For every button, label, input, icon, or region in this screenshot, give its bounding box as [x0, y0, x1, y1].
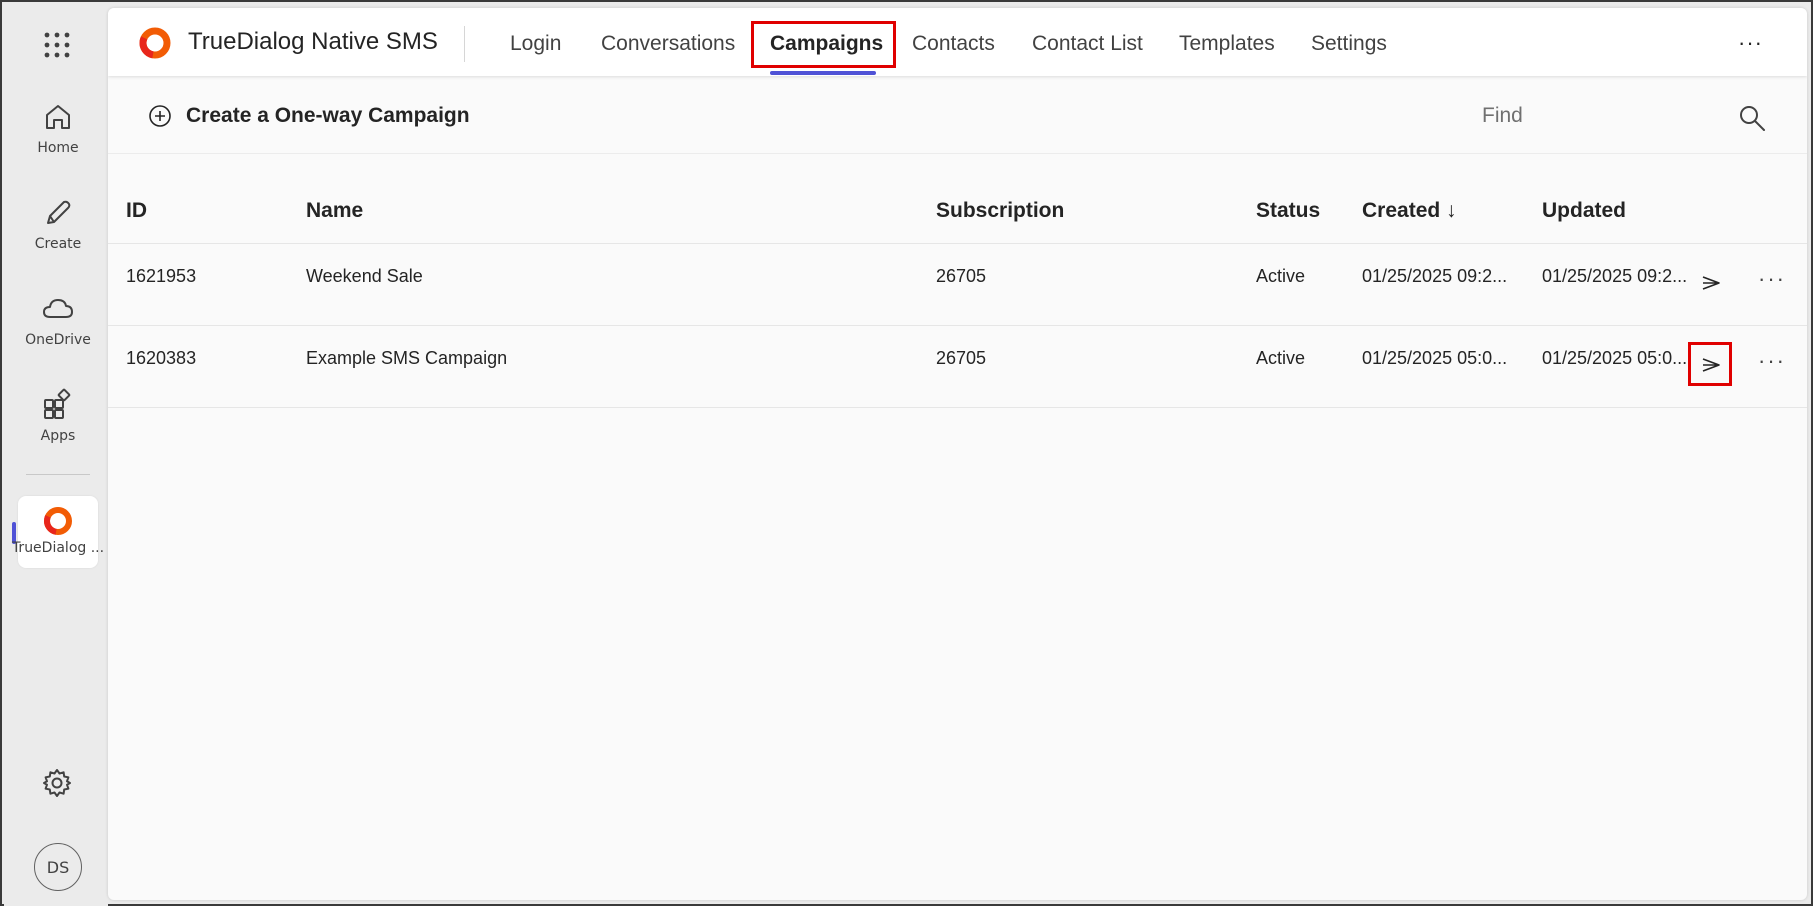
home-icon: [46, 105, 70, 129]
find-input[interactable]: [1408, 96, 1708, 136]
tab-templates[interactable]: Templates: [1179, 32, 1275, 56]
create-campaign-label: Create a One-way Campaign: [186, 104, 470, 127]
column-header-subscription[interactable]: Subscription: [936, 199, 1064, 223]
send-button[interactable]: [1694, 348, 1728, 382]
add-circle-icon: [149, 105, 171, 127]
apps-icon: [44, 388, 71, 419]
app-header: TrueDialog Native SMS Login Conversation…: [108, 8, 1807, 76]
cell-subscription: 26705: [936, 266, 987, 286]
truedialog-logo-icon: [44, 507, 72, 535]
rail-item-label: Home: [37, 140, 79, 156]
command-bar: Create a One-way Campaign: [108, 80, 1807, 154]
search-icon[interactable]: [1738, 104, 1766, 132]
settings-gear-icon[interactable]: [40, 766, 74, 800]
send-button[interactable]: [1694, 266, 1728, 300]
truedialog-logo-icon: [139, 27, 171, 59]
window-frame: Home Create OneDrive Apps TrueDialog ...…: [0, 0, 1813, 906]
tab-campaigns[interactable]: Campaigns: [770, 32, 883, 56]
tab-settings[interactable]: Settings: [1311, 32, 1387, 56]
cell-id: 1621953: [126, 266, 197, 286]
rail-item-truedialog[interactable]: TrueDialog ...: [12, 496, 104, 568]
column-header-created[interactable]: Created ↓: [1362, 199, 1457, 223]
send-icon: [1702, 276, 1720, 290]
rail-item-apps[interactable]: Apps: [12, 382, 104, 462]
rail-item-label: Create: [34, 236, 82, 252]
cell-status: Active: [1256, 348, 1306, 368]
tab-conversations[interactable]: Conversations: [601, 32, 735, 56]
rail-item-home[interactable]: Home: [12, 94, 104, 174]
cell-created: 01/25/2025 05:0...: [1362, 348, 1508, 368]
send-icon: [1702, 358, 1720, 372]
pencil-icon: [47, 200, 71, 224]
avatar[interactable]: DS: [34, 843, 82, 891]
tab-contacts[interactable]: Contacts: [912, 32, 995, 56]
title-divider: [464, 26, 465, 62]
column-header-id[interactable]: ID: [126, 199, 147, 223]
rail-item-create[interactable]: Create: [12, 190, 104, 270]
more-options-icon[interactable]: ···: [1738, 30, 1763, 56]
row-more-options-icon[interactable]: ···: [1758, 348, 1786, 374]
rail-app-label: TrueDialog ...: [11, 540, 105, 556]
table-row[interactable]: 1621953 Weekend Sale 26705 Active 01/25/…: [108, 244, 1807, 326]
app-title: TrueDialog Native SMS: [188, 28, 438, 55]
tab-contact-list[interactable]: Contact List: [1032, 32, 1143, 56]
column-header-updated[interactable]: Updated: [1542, 199, 1626, 223]
table-row[interactable]: 1620383 Example SMS Campaign 26705 Activ…: [108, 326, 1807, 408]
rail-item-onedrive[interactable]: OneDrive: [12, 286, 104, 366]
app-launcher-icon[interactable]: [44, 32, 70, 58]
rail-item-label: Apps: [40, 428, 76, 444]
create-campaign-button[interactable]: Create a One-way Campaign: [148, 98, 470, 134]
column-header-status[interactable]: Status: [1256, 199, 1320, 223]
tab-login[interactable]: Login: [510, 32, 561, 56]
cell-status: Active: [1256, 266, 1306, 286]
table-header: ID Name Subscription Status Created ↓ Up…: [108, 154, 1807, 244]
cell-created: 01/25/2025 09:2...: [1362, 266, 1508, 286]
cell-name: Example SMS Campaign: [306, 348, 508, 368]
app-rail: Home Create OneDrive Apps TrueDialog ...…: [4, 4, 108, 906]
cell-id: 1620383: [126, 348, 197, 368]
column-header-name[interactable]: Name: [306, 199, 363, 223]
active-tab-underline: [770, 71, 876, 75]
cloud-icon: [43, 299, 73, 318]
rail-divider: [26, 474, 90, 475]
row-more-options-icon[interactable]: ···: [1758, 266, 1786, 292]
cell-name: Weekend Sale: [306, 266, 423, 286]
rail-item-label: OneDrive: [25, 332, 91, 348]
main-panel: TrueDialog Native SMS Login Conversation…: [108, 8, 1807, 900]
cell-subscription: 26705: [936, 348, 987, 368]
cell-updated: 01/25/2025 05:0...: [1542, 348, 1688, 368]
cell-updated: 01/25/2025 09:2...: [1542, 266, 1688, 286]
